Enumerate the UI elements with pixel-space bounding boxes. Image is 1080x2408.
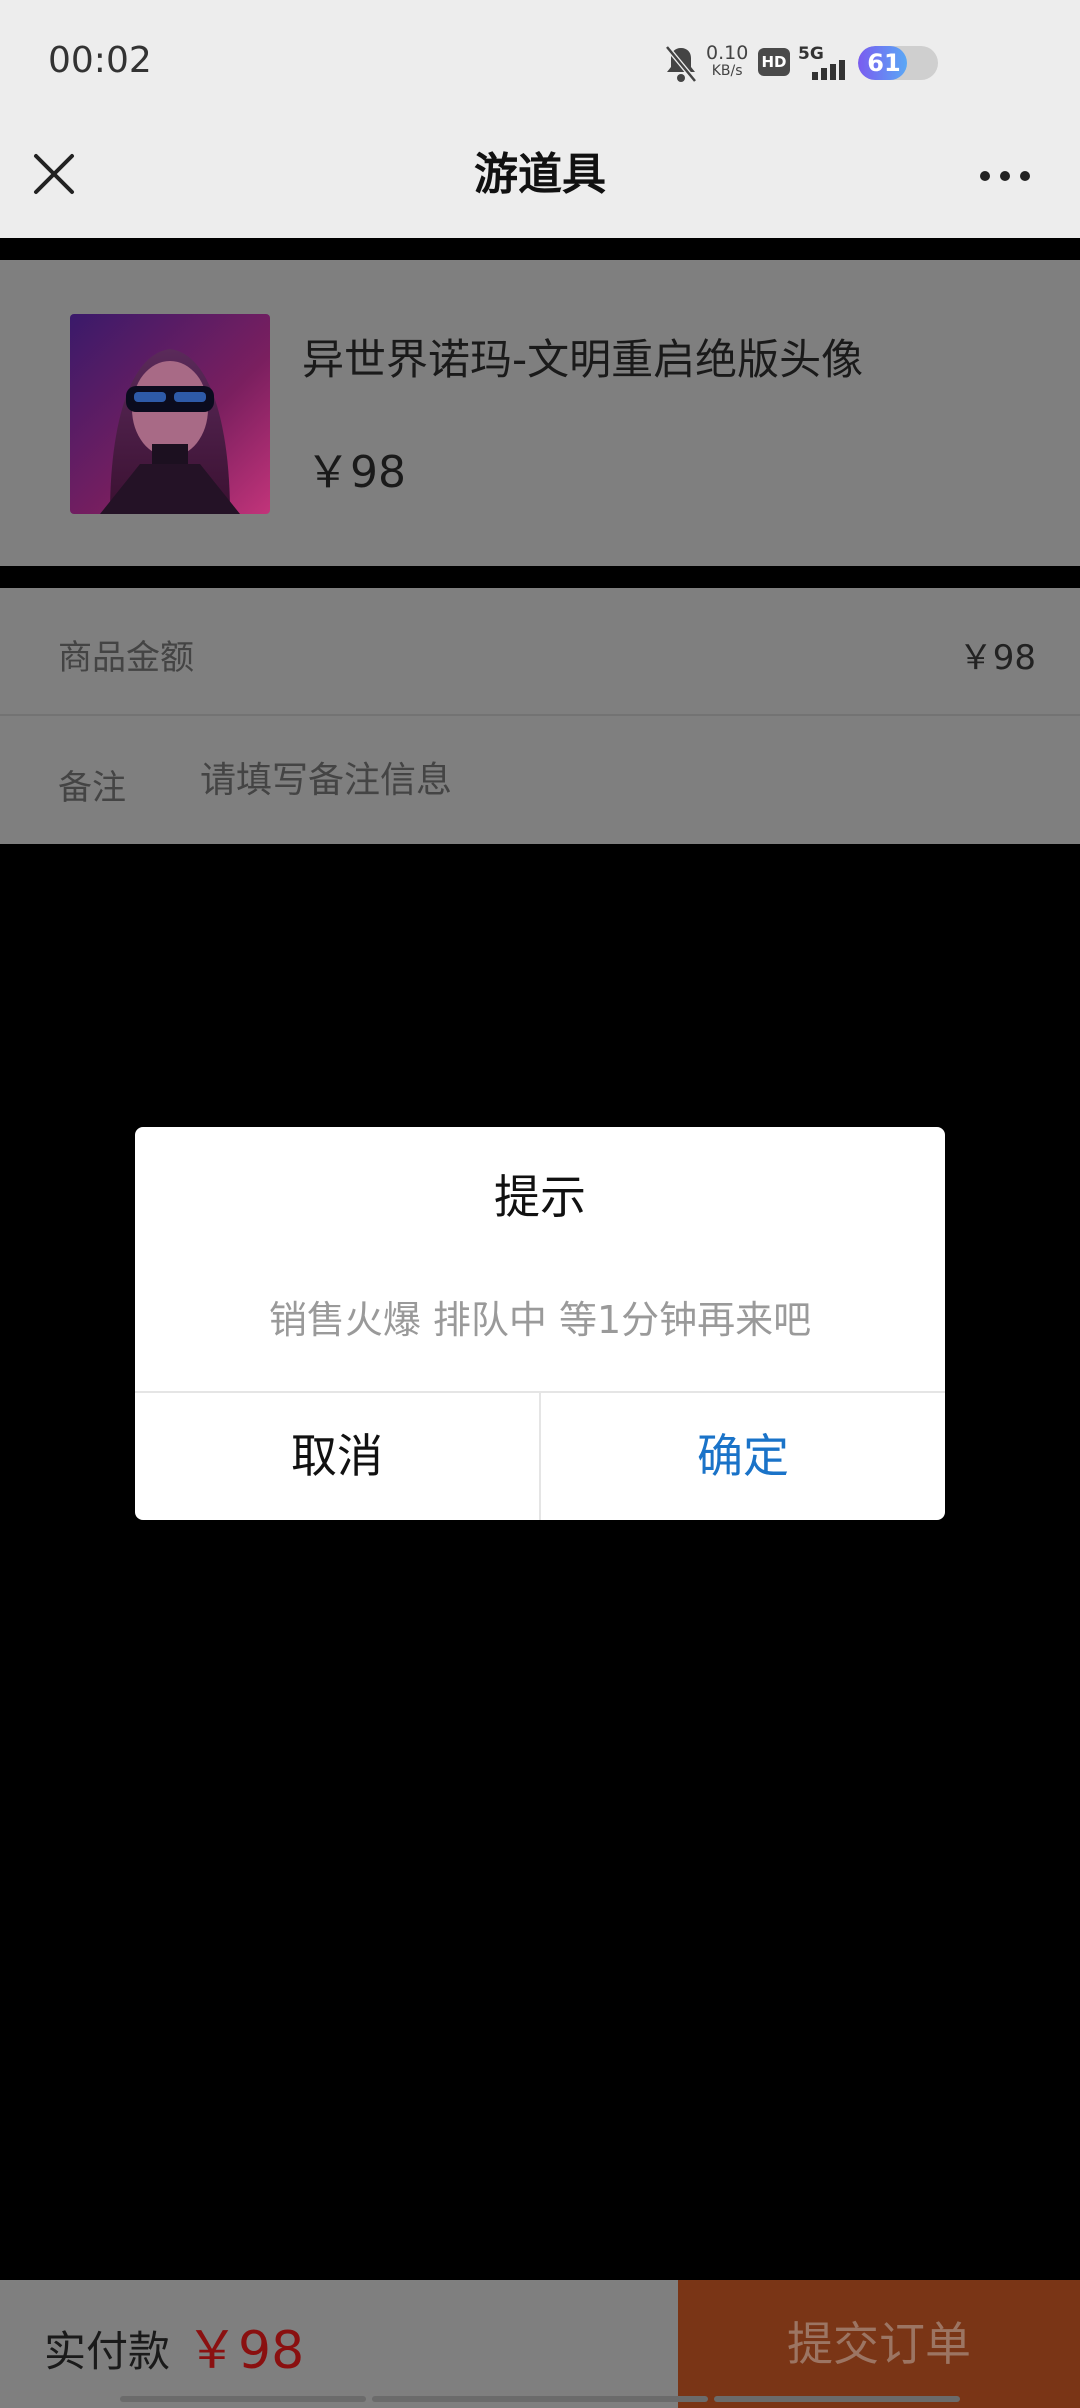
product-card: 异世界诺玛-文明重启绝版头像 ￥98 xyxy=(0,260,1080,566)
product-thumbnail xyxy=(70,314,270,514)
scroll-segment xyxy=(714,2396,960,2402)
nav-bar: 游道具 xyxy=(0,128,1080,238)
hd-icon: HD xyxy=(758,48,790,76)
pay-amount: ￥98 xyxy=(186,2321,305,2381)
signal-bar xyxy=(830,64,836,80)
signal-bar xyxy=(821,68,827,80)
bell-muted-icon xyxy=(665,45,697,83)
submit-order-button[interactable]: 提交订单 xyxy=(678,2280,1080,2408)
signal-bar xyxy=(812,72,818,80)
product-price: ￥98 xyxy=(306,447,406,498)
network-speed-unit: KB/s xyxy=(711,63,743,79)
pay-label: 实付款 xyxy=(44,2327,171,2376)
status-bar: 00:02 0.10 KB/s HD 5G 61 xyxy=(0,0,1080,128)
alert-dialog: 提示 销售火爆 排队中 等1分钟再来吧 取消 确定 xyxy=(135,1127,945,1520)
amount-value: ￥98 xyxy=(958,638,1036,678)
network-speed-value: 0.10 xyxy=(706,42,749,64)
note-label: 备注 xyxy=(58,768,126,808)
dialog-message: 销售火爆 排队中 等1分钟再来吧 xyxy=(268,1298,812,1342)
order-details: 商品金额 ￥98 备注 xyxy=(0,588,1080,844)
product-name: 异世界诺玛-文明重启绝版头像 xyxy=(302,335,864,384)
more-icon[interactable] xyxy=(978,166,1032,186)
status-time: 00:02 xyxy=(48,40,152,81)
signal-icon: 5G xyxy=(798,44,850,80)
scroll-segment xyxy=(120,2396,366,2402)
close-icon[interactable] xyxy=(32,152,76,196)
network-type: 5G xyxy=(798,44,824,64)
checkout-bar: 实付款 ￥98 提交订单 xyxy=(0,2280,1080,2408)
note-input[interactable] xyxy=(200,750,1020,810)
page-title: 游道具 xyxy=(474,149,606,200)
amount-row: 商品金额 ￥98 xyxy=(0,588,1080,716)
scroll-segment xyxy=(372,2396,708,2402)
battery-level: 61 xyxy=(867,49,901,77)
confirm-button[interactable]: 确定 xyxy=(541,1393,945,1520)
amount-label: 商品金额 xyxy=(58,638,194,678)
note-row: 备注 xyxy=(0,718,1080,846)
network-speed: 0.10 KB/s xyxy=(706,44,748,80)
cancel-button[interactable]: 取消 xyxy=(135,1393,539,1520)
dialog-title: 提示 xyxy=(494,1170,586,1224)
battery-icon: 61 xyxy=(858,46,938,80)
signal-bar xyxy=(839,60,845,80)
scroll-indicators xyxy=(0,2396,1080,2404)
